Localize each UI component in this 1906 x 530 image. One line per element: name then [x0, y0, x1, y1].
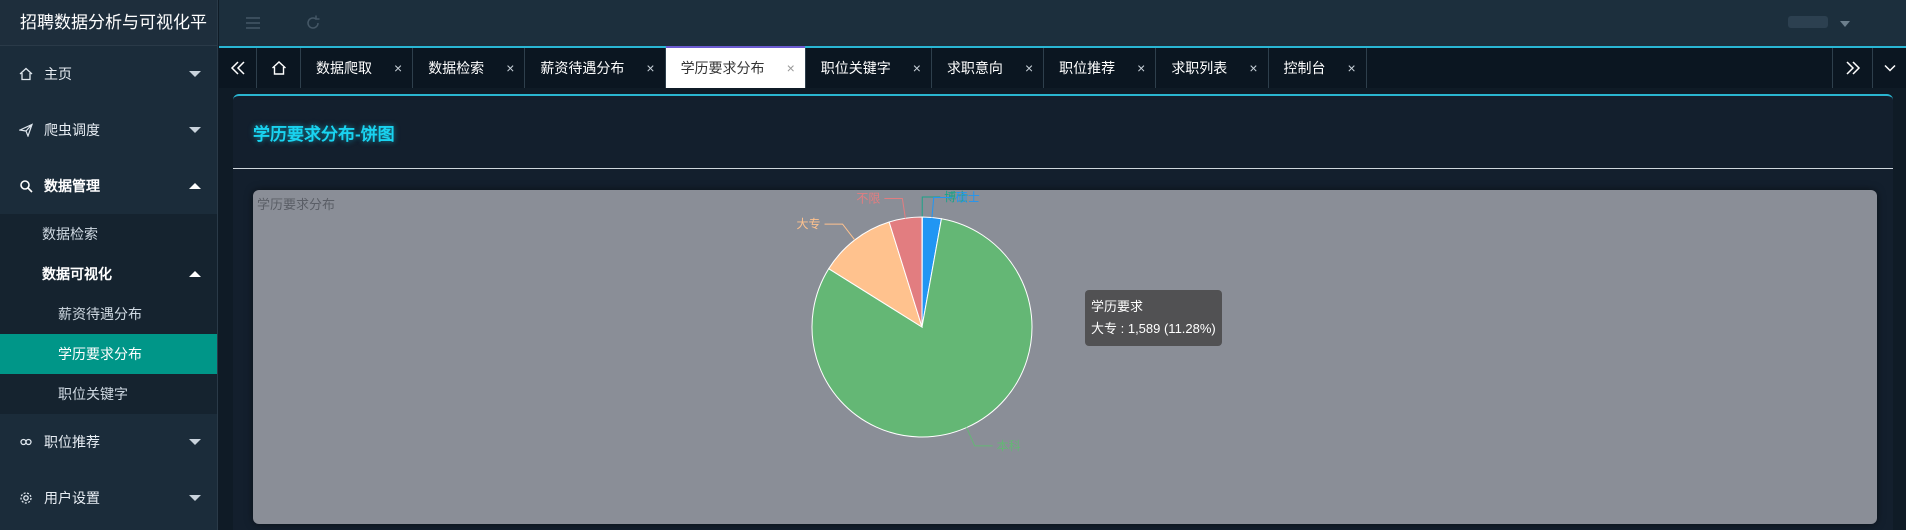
slice-label: 不限: [856, 191, 880, 205]
close-icon[interactable]: ×: [506, 60, 514, 76]
tab-label: 数据爬取: [316, 60, 372, 76]
tab-job-keywords[interactable]: 职位关键字 ×: [806, 48, 932, 88]
avatar: [1788, 16, 1828, 28]
chevron-up-icon: [189, 183, 201, 189]
close-icon[interactable]: ×: [394, 60, 402, 76]
slice-label: 硕士: [956, 191, 980, 205]
sidebar-item-label: 数据可视化: [42, 266, 112, 282]
slice-label: 本科: [997, 439, 1021, 453]
send-icon: [18, 122, 34, 138]
menu-toggle-icon[interactable]: [243, 13, 263, 33]
sidebar-item-job-keywords[interactable]: 职位关键字: [0, 374, 217, 414]
home-icon: [271, 61, 286, 75]
sidebar-item-home[interactable]: 主页: [0, 46, 217, 102]
sidebar-item-education-distribution[interactable]: 学历要求分布: [0, 334, 217, 374]
sidebar-item-label: 用户设置: [44, 490, 100, 506]
sidebar-item-job-recommend[interactable]: 职位推荐: [0, 414, 217, 470]
main-panel: 学历要求分布-饼图 学历要求分布 博士 硕士 本科 大专 不限 学历要求 大专 : 1,…: [233, 94, 1893, 530]
sidebar-item-label: 数据管理: [44, 178, 100, 194]
sidebar-item-data-search[interactable]: 数据检索: [0, 214, 217, 254]
close-icon[interactable]: ×: [1137, 60, 1145, 76]
tab-education-distribution[interactable]: 学历要求分布 ×: [665, 46, 806, 88]
double-chevron-right-icon: [1845, 61, 1860, 75]
double-chevron-left-icon: [230, 61, 245, 75]
sidebar-item-user-settings[interactable]: 用户设置: [0, 470, 217, 526]
tab-scroll-left-button[interactable]: [219, 48, 257, 88]
tooltip-value: 大专 : 1,589 (11.28%): [1091, 321, 1216, 336]
sidebar-item-salary-distribution[interactable]: 薪资待遇分布: [0, 294, 217, 334]
sidebar-item-label: 主页: [44, 66, 72, 82]
home-icon: [18, 66, 34, 82]
chevron-down-icon: [189, 127, 201, 133]
sidebar: 招聘数据分析与可视化平 主页 爬虫调度 数据管理 数据检索 数据可视化 薪资待遇…: [0, 0, 218, 530]
sidebar-item-label: 职位推荐: [44, 434, 100, 450]
label-line: [884, 197, 906, 219]
tab-label: 薪资待遇分布: [540, 60, 625, 76]
chevron-down-icon: [189, 439, 201, 445]
chevron-down-icon: [189, 495, 201, 501]
tab-label: 求职列表: [1171, 60, 1228, 76]
slice-label: 大专: [797, 216, 821, 231]
tab-salary-distribution[interactable]: 薪资待遇分布 ×: [525, 48, 666, 88]
pie-chart[interactable]: 博士硕士本科大专不限: [253, 190, 1877, 524]
chevron-down-icon: [189, 71, 201, 77]
tab-scroll-right-button[interactable]: [1832, 48, 1872, 88]
sidebar-item-data-management[interactable]: 数据管理: [0, 158, 217, 214]
tab-home[interactable]: [257, 48, 301, 88]
chevron-down-icon: [1840, 20, 1851, 27]
tab-menu-button[interactable]: [1872, 48, 1906, 88]
tab-spacer: [1367, 48, 1832, 88]
tab-label: 职位关键字: [820, 60, 891, 76]
tab-job-intention[interactable]: 求职意向 ×: [932, 48, 1045, 88]
label-line: [966, 427, 993, 447]
sidebar-item-label: 爬虫调度: [44, 122, 100, 138]
user-menu[interactable]: [1788, 15, 1858, 29]
tab-label: 求职意向: [946, 60, 1003, 76]
label-line: [824, 223, 856, 241]
sidebar-item-data-visualization[interactable]: 数据可视化: [0, 254, 217, 294]
tab-data-crawl[interactable]: 数据爬取 ×: [301, 48, 414, 88]
tooltip-series: 学历要求: [1091, 299, 1144, 314]
link-icon: [18, 434, 34, 450]
chevron-up-icon: [189, 271, 201, 277]
data-management-submenu: 数据检索 数据可视化 薪资待遇分布 学历要求分布 职位关键字: [0, 214, 217, 414]
tab-job-recommend[interactable]: 职位推荐 ×: [1044, 48, 1157, 88]
chart-tooltip: 学历要求 大专 : 1,589 (11.28%): [1085, 290, 1222, 346]
close-icon[interactable]: ×: [1348, 60, 1356, 76]
app-title: 招聘数据分析与可视化平: [0, 0, 217, 46]
divider: [233, 168, 1893, 169]
close-icon[interactable]: ×: [646, 60, 654, 76]
close-icon[interactable]: ×: [1249, 60, 1257, 76]
sidebar-item-crawler[interactable]: 爬虫调度: [0, 102, 217, 158]
tab-data-search[interactable]: 数据检索 ×: [413, 48, 526, 88]
tab-label: 数据检索: [428, 60, 485, 76]
page-title: 学历要求分布-饼图: [253, 125, 395, 144]
label-line: [921, 196, 941, 218]
gear-icon: [18, 490, 34, 506]
tab-label: 控制台: [1283, 60, 1326, 76]
tab-label: 职位推荐: [1059, 60, 1116, 76]
tab-job-list[interactable]: 求职列表 ×: [1156, 48, 1269, 88]
chart-container: 学历要求分布 博士 硕士 本科 大专 不限 学历要求 大专 : 1,589 (11.28…: [253, 190, 1877, 524]
chevron-down-icon: [1883, 64, 1896, 72]
tab-bar: 数据爬取 × 数据检索 × 薪资待遇分布 × 学历要求分布 × 职位关键字 × …: [219, 46, 1906, 88]
close-icon[interactable]: ×: [1025, 60, 1033, 76]
close-icon[interactable]: ×: [787, 60, 795, 76]
refresh-icon[interactable]: [303, 13, 323, 33]
top-header: [219, 0, 1906, 46]
close-icon[interactable]: ×: [913, 60, 921, 76]
search-icon: [18, 178, 34, 194]
tab-console[interactable]: 控制台 ×: [1269, 48, 1367, 88]
tab-label: 学历要求分布: [680, 60, 765, 76]
